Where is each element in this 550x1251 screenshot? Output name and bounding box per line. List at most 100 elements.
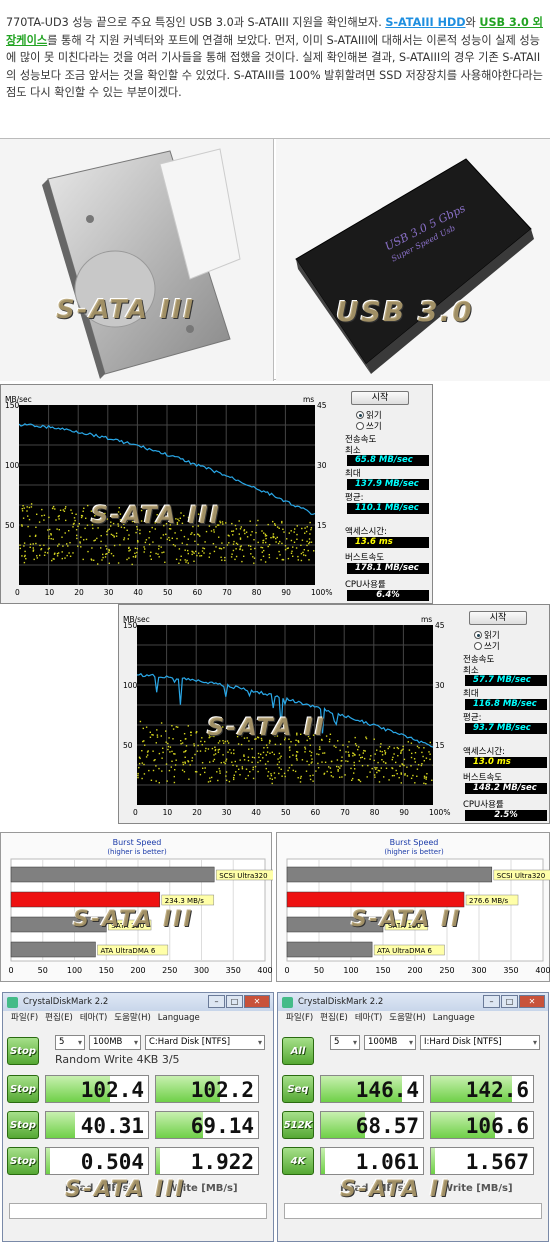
menu-help[interactable]: 도움말(H) [114,1013,150,1023]
access-time-point [174,545,176,547]
access-time-point [35,542,37,545]
access-time-point [345,760,347,762]
cdm-read-bar [46,1148,50,1174]
access-time-point [137,772,139,775]
maximize-icon[interactable]: □ [501,995,518,1008]
access-time-point [233,778,235,781]
cdm-left-count-select[interactable]: 5 [55,1035,85,1050]
access-time-point [57,545,59,547]
access-time-point [129,549,131,551]
cdm-right-comment-field[interactable] [284,1203,542,1219]
cdm-right-all-button[interactable]: All [282,1037,314,1065]
menu-help[interactable]: 도움말(H) [389,1013,425,1023]
access-time-point [300,559,303,562]
x-tick-label: 0 [133,808,138,817]
cdm-left-stop-all-button[interactable]: Stop [7,1037,39,1065]
cdm-test-button[interactable]: 512K [282,1111,314,1139]
access-time-point [410,777,413,779]
access-time-point [347,751,350,753]
maximize-icon[interactable]: □ [226,995,243,1008]
access-time-point [161,757,163,759]
access-time-point [395,769,397,772]
cdm-right-drive-select[interactable]: I:Hard Disk [NTFS] [420,1035,540,1050]
access-time-point [112,534,114,536]
access-time-point [276,526,279,528]
cdm-app-icon [7,997,18,1008]
menu-theme[interactable]: 테마(T) [80,1013,107,1023]
access-time-point [187,760,189,762]
access-time-point [225,779,228,781]
menu-theme[interactable]: 테마(T) [355,1013,382,1023]
minimize-icon[interactable]: – [208,995,225,1008]
access-time-point [252,556,254,558]
access-time-point [175,726,177,728]
menu-file[interactable]: 파일(F) [286,1013,313,1023]
access-time-point [193,552,195,554]
cdm-right-size-select[interactable]: 100MB [364,1035,416,1050]
x-tick-label: 350 [226,966,241,975]
cdm-test-button[interactable]: Stop [7,1147,39,1175]
access-time-point [51,559,53,562]
access-time-point [27,515,29,517]
menu-language[interactable]: Language [158,1013,200,1023]
menu-language[interactable]: Language [433,1013,475,1023]
access-time-point [407,741,409,743]
sata3-hdd-link[interactable]: S-ATAIII HDD [385,16,465,29]
menu-edit[interactable]: 편집(E) [320,1013,348,1023]
access-time-point [239,759,241,761]
access-time-point [397,755,399,757]
access-time-point [260,546,262,549]
access-time-point [266,746,269,749]
access-time-point [145,756,148,758]
access-time-point [417,764,420,766]
cdm-test-button[interactable]: Stop [7,1111,39,1139]
hdtune1-start-button[interactable]: 시작 [351,391,409,405]
access-time-point [85,517,87,519]
cdm-left-drive-select[interactable]: C:Hard Disk [NTFS] [145,1035,265,1050]
cdm-write-value: 106.6 [430,1111,534,1139]
hdtune2-start-button[interactable]: 시작 [469,611,527,625]
burst-title: Burst Speed [113,838,162,847]
access-time-point [429,741,431,744]
access-time-point [75,529,78,531]
access-time-point [400,782,402,784]
hdtune1-write-radio[interactable]: 쓰기 [356,420,382,432]
access-time-point [245,531,248,533]
hdtune2-yr-15: 15 [435,741,445,750]
cdm-test-button[interactable]: Seq [282,1075,314,1103]
cdm-right-count-select[interactable]: 5 [330,1035,360,1050]
access-time-point [296,759,298,761]
cdm-left-comment-field[interactable] [9,1203,267,1219]
access-time-point [185,738,187,740]
access-time-point [307,549,309,552]
access-time-point [143,546,145,548]
hdtune-sata3-window: MB/sec ms 150 100 50 45 30 15 S-ATA III … [0,384,433,604]
access-time-point [48,547,50,549]
access-time-point [385,767,388,769]
x-tick-label: 50 [38,966,48,975]
minimize-icon[interactable]: – [483,995,500,1008]
hdtune2-write-radio[interactable]: 쓰기 [474,640,500,652]
close-icon[interactable]: ✕ [244,995,270,1008]
access-time-point [225,522,227,524]
cdm-test-button[interactable]: Stop [7,1075,39,1103]
access-time-point [347,746,349,748]
menu-edit[interactable]: 편집(E) [45,1013,73,1023]
menu-file[interactable]: 파일(F) [11,1013,38,1023]
x-tick-label: 250 [439,966,454,975]
cdm-test-button[interactable]: 4K [282,1147,314,1175]
access-time-point [336,759,339,761]
access-time-point [156,734,159,736]
access-time-point [136,548,138,550]
access-time-point [91,559,93,561]
access-time-point [168,539,171,541]
access-time-point [391,775,394,777]
access-time-point [164,561,166,563]
access-time-point [149,531,151,533]
access-time-point [100,547,102,549]
cdm-read-value: 102.4 [45,1075,149,1103]
access-time-point [50,534,52,536]
close-icon[interactable]: ✕ [519,995,545,1008]
access-time-point [180,743,182,745]
cdm-left-size-select[interactable]: 100MB [89,1035,141,1050]
